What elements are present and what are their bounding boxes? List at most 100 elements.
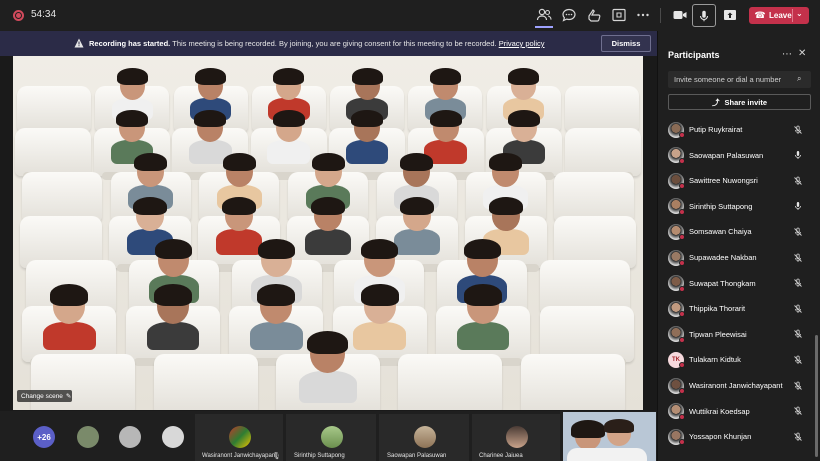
dismiss-button[interactable]: Dismiss [601,35,651,52]
participant-hair [488,196,523,216]
participant-row[interactable]: Saowapan Palasuwan [658,143,820,168]
participant-row[interactable]: Sirinthip Suttapong [658,194,820,219]
participant-body [345,140,389,164]
participant-name: Saowapan Palasuwan [689,150,764,160]
participant-hair [115,109,148,127]
participant-name: Somsawan Chaiya [689,227,752,237]
participant-video-cutout[interactable] [297,330,359,403]
participant-row[interactable]: Suwapat Thongkam [658,271,820,296]
mic-muted-icon[interactable] [793,253,803,263]
chevron-down-icon[interactable]: ⌄ [796,9,803,18]
presence-status-icon [679,413,685,420]
search-icon[interactable]: ⌕ [797,74,801,84]
participant-row[interactable]: Yossapon Khunjan [658,424,820,449]
more-actions-icon[interactable] [635,7,651,23]
participant-head [351,109,384,143]
participant-hair [351,68,383,85]
microphone-button[interactable] [692,4,716,27]
mic-muted-icon[interactable] [793,227,803,237]
participant-row[interactable]: Putip Ruykrairat [658,117,820,142]
participant-hair [463,238,501,260]
participant-list-scrollbar[interactable] [815,335,818,457]
participant-row[interactable]: Tipwan Pleewisai [658,322,820,347]
presence-status-icon [679,311,685,318]
people-icon[interactable] [536,7,552,23]
participant-row[interactable]: TK Tulakarn Kidtuk [658,347,820,372]
share-invite-button[interactable]: ⤴ Share invite [668,94,811,110]
participant-body [43,321,96,351]
mic-muted-icon[interactable] [793,278,803,288]
self-view-hair [571,420,605,438]
participant-row[interactable]: Thippika Thorarit [658,296,820,321]
self-view-hair [604,419,634,433]
recording-banner: Recording has started. This meeting is b… [0,31,657,56]
participant-body [305,229,351,255]
participant-row[interactable]: Wuttikrai Koedsap [658,399,820,424]
participant-hair [399,196,434,216]
participant-head [307,330,349,374]
mic-on-icon[interactable] [793,201,803,211]
tile-name: Saowapan Palasuwan [387,453,447,459]
participant-head [399,196,434,232]
video-tile[interactable]: Wasiranont Janwichayapant 🎙 [195,414,283,461]
participant-head [351,68,383,100]
auditorium-seat [153,354,258,410]
participant-head [257,284,296,324]
participant-row[interactable]: Somsawan Chaiya [658,219,820,244]
video-tile[interactable]: Sirinthip Suttapong [286,414,376,461]
participant-head [360,238,398,278]
participant-name: Tipwan Pleewisai [689,329,747,339]
participant-row[interactable]: Supawadee Nakban [658,245,820,270]
participant-video-cutout[interactable] [352,284,408,351]
strip-avatar[interactable] [77,426,99,448]
camera-icon[interactable] [672,7,688,23]
participant-video-cutout[interactable] [145,284,201,351]
mic-muted-icon[interactable] [793,381,803,391]
participant-body [353,321,406,351]
presence-status-icon [679,439,685,446]
strip-avatar[interactable] [162,426,184,448]
participant-video-cutout[interactable] [455,284,511,351]
mic-muted-icon[interactable] [793,355,803,365]
participant-hair [360,238,398,260]
more-options-icon[interactable]: ⋯ [782,49,792,60]
invite-input[interactable]: Invite someone or dial a number [668,71,811,88]
chat-icon[interactable] [561,7,577,23]
participant-row[interactable]: Wasiranont Janwichayapant [658,373,820,398]
auditorium-seat [17,86,92,136]
privacy-policy-link[interactable]: Privacy policy [499,39,545,48]
recording-consent-text: This meeting is being recorded. By joini… [172,39,497,48]
participant-hair [134,153,167,171]
mic-muted-icon[interactable] [793,406,803,416]
strip-avatar[interactable] [119,426,141,448]
people-active-indicator [535,26,553,28]
presence-status-icon [679,260,685,266]
share-screen-icon[interactable] [722,7,738,23]
change-scene-button[interactable]: Change scene ✎ [17,390,72,402]
presence-status-icon [679,157,685,164]
video-tile[interactable]: Saowapan Palasuwan [379,414,469,461]
participant-head [464,284,503,324]
self-view-video[interactable] [563,412,656,461]
participant-video-cutout[interactable] [303,196,352,255]
more-participants-badge[interactable]: +26 [33,426,55,448]
breakout-rooms-icon[interactable] [611,7,627,23]
mic-muted-icon[interactable] [793,432,803,442]
participant-row[interactable]: Sawittree Nuwongsri [658,168,820,193]
mic-muted-icon[interactable] [793,125,803,135]
reactions-icon[interactable] [586,7,602,23]
teams-meeting-window: 54:34 ☎ Leave ⌄ Recording has started. T… [0,0,820,461]
participant-video-cutout[interactable] [41,284,97,351]
auditorium-seat [398,354,503,410]
participant-head [463,238,501,278]
video-tile[interactable]: Charinee Jaiuea [472,414,560,461]
participant-hair [258,238,296,260]
tile-name: Sirinthip Suttapong [294,453,345,459]
mic-muted-icon[interactable] [793,329,803,339]
leave-button[interactable]: ☎ Leave ⌄ [749,7,809,24]
mic-muted-icon[interactable] [793,304,803,314]
mic-muted-icon[interactable] [793,176,803,186]
meeting-toolbar: 54:34 ☎ Leave ⌄ [0,0,820,31]
mic-on-icon[interactable] [793,150,803,160]
close-icon[interactable]: ✕ [798,48,806,59]
